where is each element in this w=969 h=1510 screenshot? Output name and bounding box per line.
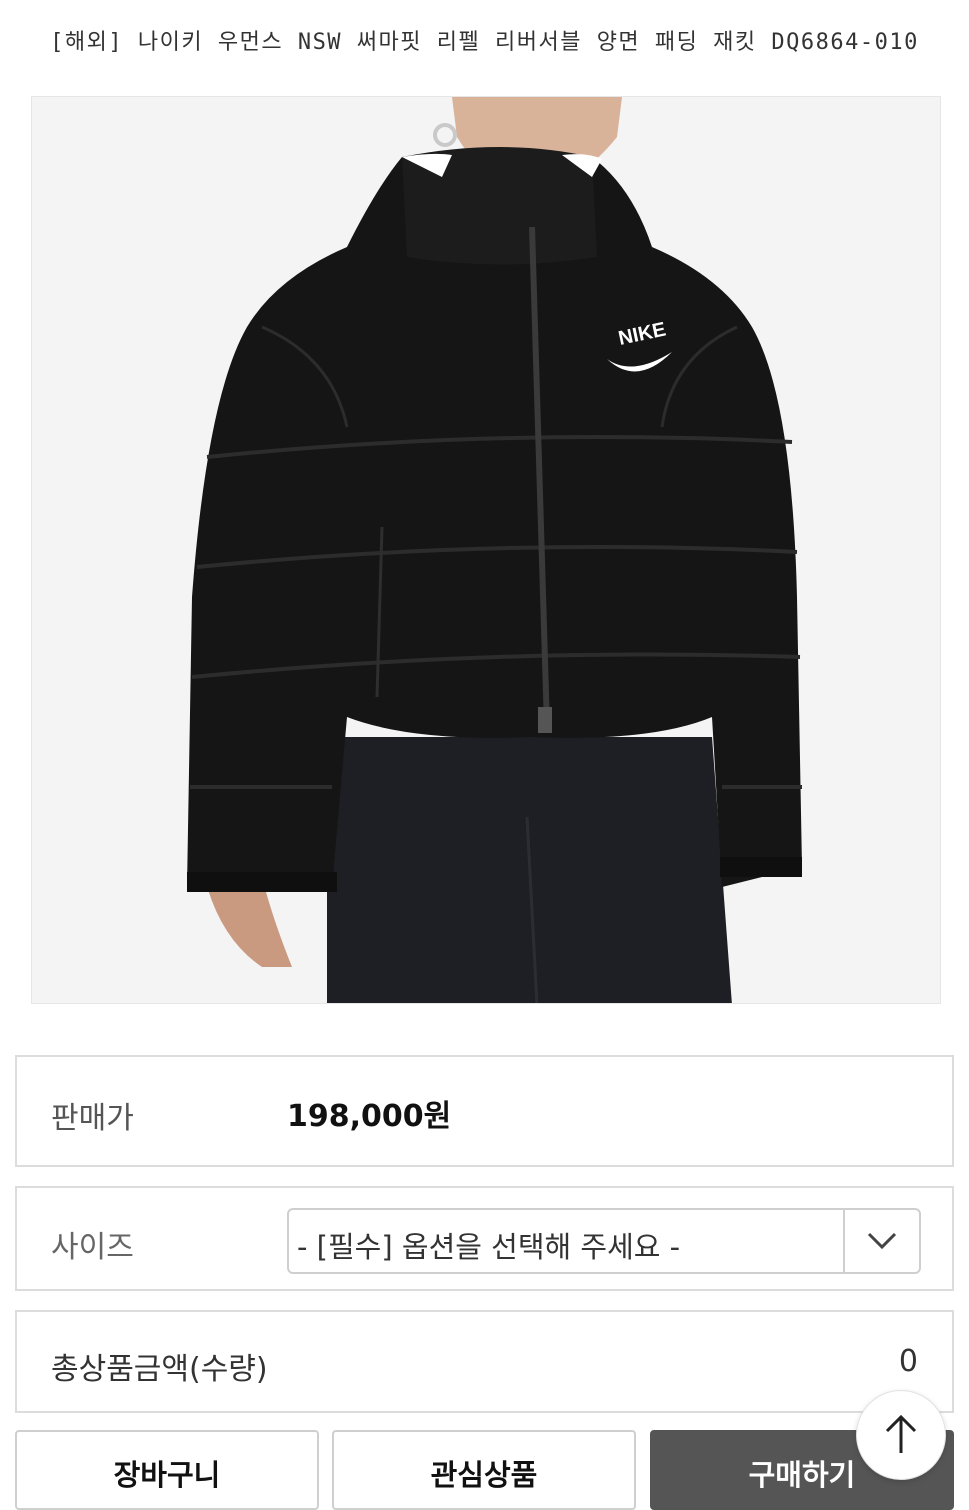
size-label: 사이즈 [51, 1230, 134, 1265]
product-title: [해외] 나이키 우먼스 NSW 써마핏 리펠 리버서블 양면 패딩 재킷 DQ… [50, 30, 919, 55]
total-value: 0 [898, 1344, 918, 1379]
size-select-value: - [필수] 옵션을 선택해 주세요 - [297, 1230, 681, 1264]
price-value: 198,000원 [287, 1099, 452, 1134]
total-label: 총상품금액(수량) [51, 1352, 268, 1387]
wishlist-button[interactable]: 관심상품 [332, 1430, 636, 1510]
product-image: NIKE [31, 96, 941, 1004]
scroll-top-button[interactable] [856, 1390, 946, 1480]
arrow-up-icon [885, 1414, 917, 1453]
price-row: 판매가 198,000원 [15, 1055, 954, 1167]
add-to-cart-button[interactable]: 장바구니 [15, 1430, 319, 1510]
size-row: 사이즈 - [필수] 옵션을 선택해 주세요 - [15, 1186, 954, 1291]
chevron-down-icon[interactable] [843, 1210, 919, 1272]
size-select[interactable]: - [필수] 옵션을 선택해 주세요 - [287, 1208, 921, 1274]
price-label: 판매가 [51, 1101, 134, 1136]
total-row: 총상품금액(수량) 0 [15, 1310, 954, 1413]
